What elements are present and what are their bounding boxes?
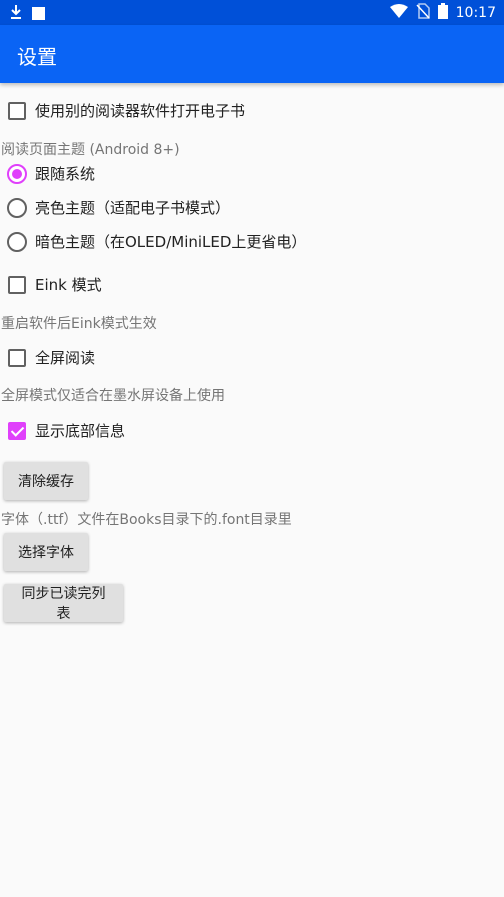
app-bar: 设置	[0, 25, 504, 83]
fullscreen-hint: 全屏模式仅适合在墨水屏设备上使用	[1, 388, 225, 404]
show-bottom-info-option[interactable]: 显示底部信息	[0, 420, 125, 441]
fullscreen-checkbox[interactable]	[8, 348, 26, 367]
font-hint: 字体（.ttf）文件在Books目录下的.font目录里	[1, 512, 292, 528]
theme-dark-label: 暗色主题（在OLED/MiniLED上更省电）	[35, 233, 307, 251]
page-title: 设置	[17, 45, 57, 69]
open-with-other-reader-checkbox[interactable]	[8, 101, 26, 120]
eink-hint: 重启软件后Eink模式生效	[1, 316, 157, 332]
notification-square-icon	[32, 5, 45, 24]
theme-follow-system-label: 跟随系统	[35, 165, 96, 183]
theme-option-follow-system[interactable]: 跟随系统	[0, 163, 95, 184]
clear-cache-button[interactable]: 清除缓存	[4, 462, 88, 500]
show-bottom-info-label: 显示底部信息	[35, 422, 126, 440]
select-font-button[interactable]: 选择字体	[4, 533, 88, 571]
fullscreen-option[interactable]: 全屏阅读	[0, 347, 95, 368]
no-sim-icon	[416, 3, 430, 23]
wifi-icon	[389, 4, 408, 22]
status-bar: 10:17	[0, 0, 504, 25]
sync-read-list-button[interactable]: 同步已读完列表	[4, 584, 123, 622]
open-with-other-reader-option[interactable]: 使用别的阅读器软件打开电子书	[0, 100, 245, 121]
theme-light-radio[interactable]	[7, 197, 27, 218]
theme-follow-system-radio[interactable]	[7, 163, 27, 184]
theme-option-light[interactable]: 亮色主题（适配电子书模式）	[0, 197, 230, 218]
theme-option-dark[interactable]: 暗色主题（在OLED/MiniLED上更省电）	[0, 231, 306, 252]
theme-dark-radio[interactable]	[7, 231, 27, 252]
show-bottom-info-checkbox[interactable]	[8, 421, 26, 440]
battery-icon	[437, 3, 448, 23]
eink-mode-label: Eink 模式	[35, 276, 102, 294]
fullscreen-label: 全屏阅读	[35, 349, 96, 367]
clock: 10:17	[455, 5, 496, 21]
open-with-other-reader-label: 使用别的阅读器软件打开电子书	[35, 102, 246, 120]
theme-light-label: 亮色主题（适配电子书模式）	[35, 199, 231, 217]
download-icon	[10, 4, 22, 24]
theme-section-title: 阅读页面主题 (Android 8+)	[1, 142, 180, 158]
eink-mode-checkbox[interactable]	[8, 275, 26, 294]
eink-mode-option[interactable]: Eink 模式	[0, 274, 102, 295]
